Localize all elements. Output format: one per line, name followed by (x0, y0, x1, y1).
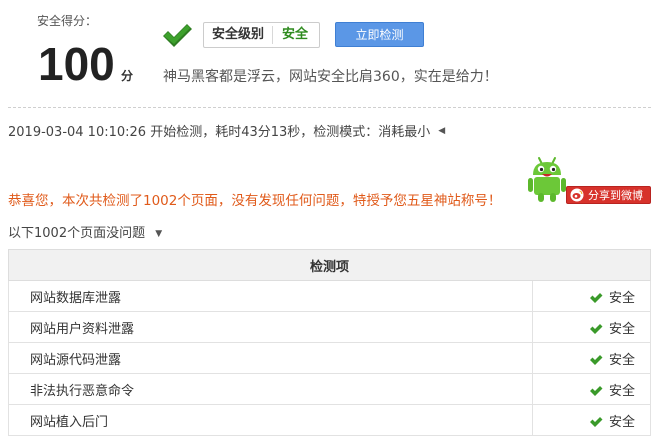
row-item-name: 网站源代码泄露 (8, 342, 533, 374)
score-label: 安全得分： (37, 14, 98, 28)
security-level-badge: 安全级别 安全 (203, 22, 320, 48)
security-level-label: 安全级别 (204, 26, 274, 44)
row-status-text: 安全 (609, 352, 636, 368)
security-report-page: 安全得分： 100 分 安全级别 安全 立即检测 神马黑客都是浮云，网站安全比肩… (0, 0, 651, 438)
row-status: 安全 (532, 342, 651, 374)
check-icon (590, 293, 603, 303)
caret-left-icon[interactable]: ◀ (438, 126, 445, 136)
table-header-row: 检测项 (8, 249, 651, 281)
scan-info-text: 2019-03-04 10:10:26 开始检测，耗时43分13秒，检测模式：消… (8, 125, 431, 140)
score-unit: 分 (121, 69, 134, 83)
check-icon (163, 24, 192, 47)
divider (8, 107, 651, 108)
share-weibo-label: 分享到微博 (588, 188, 643, 202)
weibo-icon (570, 188, 584, 202)
table-row: 网站数据库泄露 安全 (8, 280, 651, 312)
row-status: 安全 (532, 311, 651, 343)
check-icon (590, 417, 603, 427)
table-row: 网站源代码泄露 安全 (8, 342, 651, 374)
scan-now-button[interactable]: 立即检测 (335, 22, 424, 47)
score-value: 100 (38, 38, 115, 90)
page-filter-label: 以下1002个页面没问题 (8, 226, 146, 241)
table-header-check-item: 检测项 (8, 249, 651, 281)
share-weibo-button[interactable]: 分享到微博 (566, 186, 651, 204)
check-icon (590, 355, 603, 365)
caret-down-icon: ▼ (155, 228, 163, 239)
row-status-text: 安全 (609, 290, 636, 306)
android-mascot-icon (528, 157, 566, 202)
check-icon (590, 324, 603, 334)
check-icon (590, 386, 603, 396)
congrats-message: 恭喜您，本次共检测了1002个页面，没有发现任何问题，特授予您五星神站称号！ (8, 193, 502, 209)
row-item-name: 网站用户资料泄露 (8, 311, 533, 343)
table-row: 非法执行恶意命令 安全 (8, 373, 651, 405)
row-status: 安全 (532, 404, 651, 436)
row-item-name: 非法执行恶意命令 (8, 373, 533, 405)
slogan-text: 神马黑客都是浮云，网站安全比肩360，实在是给力！ (163, 69, 498, 85)
row-status: 安全 (532, 373, 651, 405)
row-status: 安全 (532, 280, 651, 312)
scan-info: 2019-03-04 10:10:26 开始检测，耗时43分13秒，检测模式：消… (8, 121, 445, 140)
row-status-text: 安全 (609, 383, 636, 399)
page-filter-dropdown[interactable]: 以下1002个页面没问题 ▼ (8, 222, 162, 241)
row-item-name: 网站植入后门 (8, 404, 533, 436)
row-status-text: 安全 (609, 321, 636, 337)
table-row: 网站植入后门 安全 (8, 404, 651, 436)
row-item-name: 网站数据库泄露 (8, 280, 533, 312)
results-table: 检测项 网站数据库泄露 安全 网站用户资料泄露 安全 网站源代码泄露 安全 非法… (8, 249, 651, 436)
row-status-text: 安全 (609, 414, 636, 430)
table-row: 网站用户资料泄露 安全 (8, 311, 651, 343)
security-level-value: 安全 (282, 27, 309, 42)
